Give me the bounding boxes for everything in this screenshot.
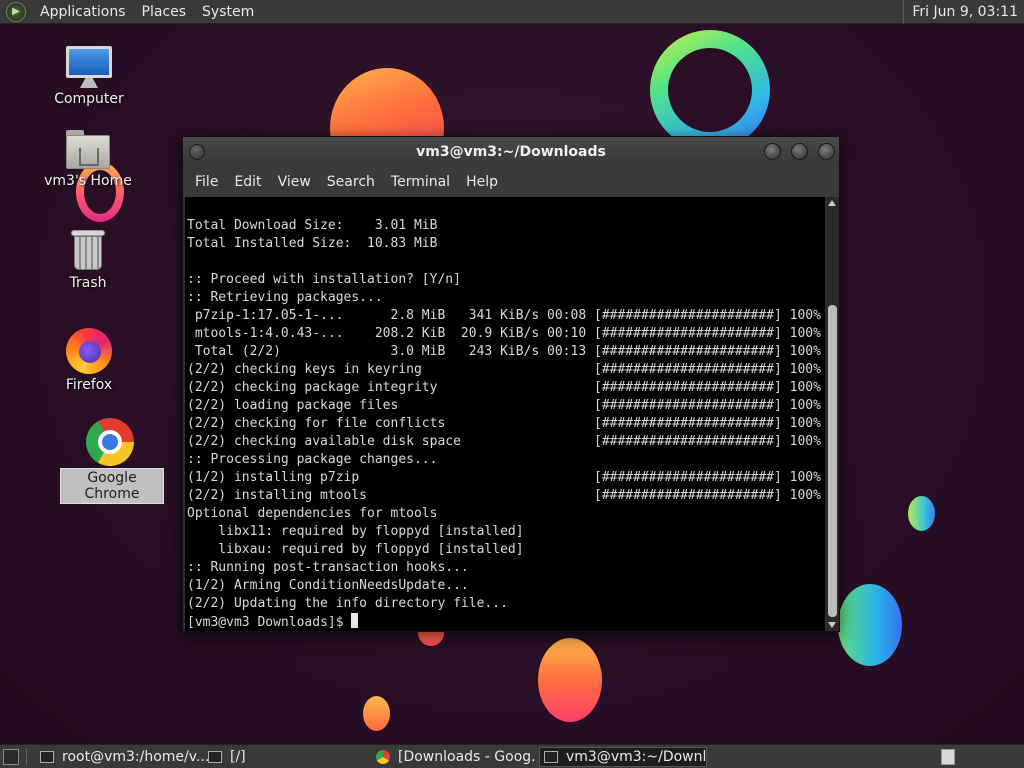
taskbar-item-root-terminal[interactable]: root@vm3:/home/v... bbox=[36, 747, 212, 767]
terminal-line: (2/2) checking keys in keyring [########… bbox=[187, 362, 821, 377]
terminal-prompt-line[interactable]: [vm3@vm3 Downloads]$ bbox=[187, 613, 825, 631]
terminal-line: mtools-1:4.0.43-... 208.2 KiB 20.9 KiB/s… bbox=[187, 326, 821, 341]
terminal-line: (1/2) Arming ConditionNeedsUpdate... bbox=[187, 578, 469, 593]
terminal-line: :: Running post-transaction hooks... bbox=[187, 560, 469, 575]
terminal-line: (2/2) Updating the info directory file..… bbox=[187, 596, 508, 611]
wallpaper-small-blue-blob bbox=[908, 496, 935, 531]
terminal-line: Optional dependencies for mtools bbox=[187, 506, 438, 521]
minimize-button[interactable] bbox=[764, 143, 781, 160]
clock[interactable]: Fri Jun 9, 03:11 bbox=[903, 0, 1024, 24]
menu-search[interactable]: Search bbox=[319, 174, 383, 190]
top-panel: ▶ Applications Places System Fri Jun 9, … bbox=[0, 0, 1024, 24]
terminal-line: libx11: required by floppyd [installed] bbox=[187, 524, 524, 539]
scroll-up-icon[interactable] bbox=[828, 200, 836, 206]
computer-icon bbox=[66, 46, 112, 88]
desktop-icon-firefox[interactable]: Firefox bbox=[39, 328, 139, 394]
terminal-menubar: File Edit View Search Terminal Help bbox=[183, 167, 839, 197]
taskbar-item-chrome[interactable]: [Downloads - Goog... bbox=[372, 747, 536, 767]
window-title: vm3@vm3:~/Downloads bbox=[416, 144, 606, 160]
terminal-icon bbox=[544, 751, 558, 763]
taskbar-item-label: [Downloads - Goog... bbox=[398, 749, 536, 765]
desktop-icon-label: Trash bbox=[69, 275, 107, 291]
text-cursor bbox=[351, 613, 359, 628]
terminal-line: libxau: required by floppyd [installed] bbox=[187, 542, 524, 557]
taskbar-item-downloads-terminal[interactable]: vm3@vm3:~/Downl... bbox=[539, 747, 707, 767]
wallpaper-small-orange-blob bbox=[363, 696, 390, 731]
terminal-line: (2/2) checking for file conflicts [#####… bbox=[187, 416, 821, 431]
window-menu-button[interactable] bbox=[189, 144, 205, 160]
terminal-line: :: Proceed with installation? [Y/n] bbox=[187, 272, 461, 287]
menu-help[interactable]: Help bbox=[458, 174, 506, 190]
terminal-window[interactable]: vm3@vm3:~/Downloads File Edit View Searc… bbox=[182, 136, 840, 632]
maximize-button[interactable] bbox=[791, 143, 808, 160]
shell-prompt: [vm3@vm3 Downloads]$ bbox=[187, 615, 352, 630]
menu-applications[interactable]: Applications bbox=[32, 4, 134, 20]
chrome-icon bbox=[86, 418, 134, 466]
bottom-panel: root@vm3:/home/v... [/] [Downloads - Goo… bbox=[0, 744, 1024, 768]
desktop-icon-label: Computer bbox=[54, 91, 124, 107]
menu-file[interactable]: File bbox=[187, 174, 226, 190]
window-titlebar[interactable]: vm3@vm3:~/Downloads bbox=[183, 137, 839, 167]
terminal-line: (1/2) installing p7zip [################… bbox=[187, 470, 821, 485]
desktop-icon-google-chrome[interactable]: Google Chrome bbox=[60, 418, 164, 504]
taskbar-item-root-dir[interactable]: [/] bbox=[204, 747, 364, 767]
distro-logo-icon[interactable]: ▶ bbox=[6, 1, 26, 22]
desktop-icon-label: vm3's Home bbox=[44, 173, 132, 189]
chrome-icon bbox=[376, 750, 390, 764]
taskbar-item-label: vm3@vm3:~/Downl... bbox=[566, 749, 707, 765]
terminal-line: Total Download Size: 3.01 MiB bbox=[187, 218, 438, 233]
panel-separator bbox=[26, 749, 27, 765]
terminal-scrollbar[interactable] bbox=[826, 197, 839, 631]
terminal-line: p7zip-1:17.05-1-... 2.8 MiB 341 KiB/s 00… bbox=[187, 308, 821, 323]
terminal-line: (2/2) installing mtools [###############… bbox=[187, 488, 821, 503]
desktop-icon-home[interactable]: vm3's Home bbox=[38, 130, 138, 190]
terminal-line: (2/2) checking available disk space [###… bbox=[187, 434, 821, 449]
wallpaper-green-ring bbox=[650, 30, 770, 150]
home-folder-icon bbox=[66, 130, 110, 170]
menu-edit[interactable]: Edit bbox=[226, 174, 269, 190]
desktop-icon-label: Firefox bbox=[65, 377, 113, 393]
trash-icon bbox=[71, 230, 105, 272]
workspace-switcher[interactable] bbox=[941, 749, 955, 765]
scrollbar-thumb[interactable] bbox=[828, 305, 837, 617]
terminal-line: :: Retrieving packages... bbox=[187, 290, 383, 305]
taskbar-item-label: [/] bbox=[230, 749, 246, 765]
menu-system[interactable]: System bbox=[194, 4, 262, 20]
terminal-line: Total (2/2) 3.0 MiB 243 KiB/s 00:13 [###… bbox=[187, 344, 821, 359]
firefox-icon bbox=[66, 328, 112, 374]
terminal-line: Total Installed Size: 10.83 MiB bbox=[187, 236, 438, 251]
show-desktop-icon[interactable] bbox=[3, 749, 19, 765]
desktop-icon-label: Google Chrome bbox=[60, 468, 164, 504]
menu-places[interactable]: Places bbox=[134, 4, 195, 20]
terminal-line: (2/2) checking package integrity [######… bbox=[187, 380, 821, 395]
terminal-output[interactable]: Total Download Size: 3.01 MiB Total Insta… bbox=[185, 197, 825, 631]
terminal-line: :: Processing package changes... bbox=[187, 452, 438, 467]
wallpaper-blue-blob bbox=[838, 584, 902, 666]
scroll-down-icon[interactable] bbox=[828, 622, 836, 628]
desktop-icon-computer[interactable]: Computer bbox=[39, 46, 139, 108]
close-button[interactable] bbox=[818, 143, 835, 160]
taskbar-item-label: root@vm3:/home/v... bbox=[62, 749, 210, 765]
wallpaper-bottom-orange-blob bbox=[538, 638, 602, 722]
terminal-line: (2/2) loading package files [###########… bbox=[187, 398, 821, 413]
menu-terminal[interactable]: Terminal bbox=[383, 174, 458, 190]
terminal-icon bbox=[208, 751, 222, 763]
desktop-icon-trash[interactable]: Trash bbox=[38, 230, 138, 292]
menu-view[interactable]: View bbox=[270, 174, 319, 190]
terminal-icon bbox=[40, 751, 54, 763]
